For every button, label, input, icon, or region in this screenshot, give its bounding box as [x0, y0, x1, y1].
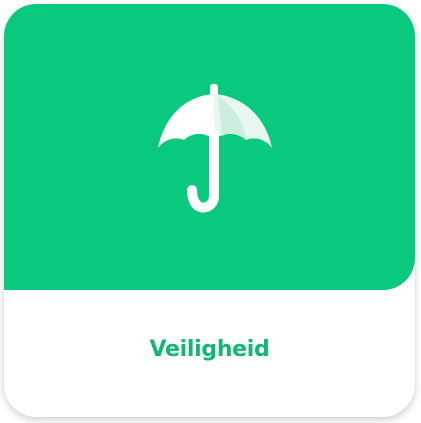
- card-header: [4, 4, 415, 290]
- card-label: Veiligheid: [149, 337, 270, 362]
- umbrella-icon: [156, 84, 274, 214]
- category-card-veiligheid[interactable]: Veiligheid: [4, 4, 415, 417]
